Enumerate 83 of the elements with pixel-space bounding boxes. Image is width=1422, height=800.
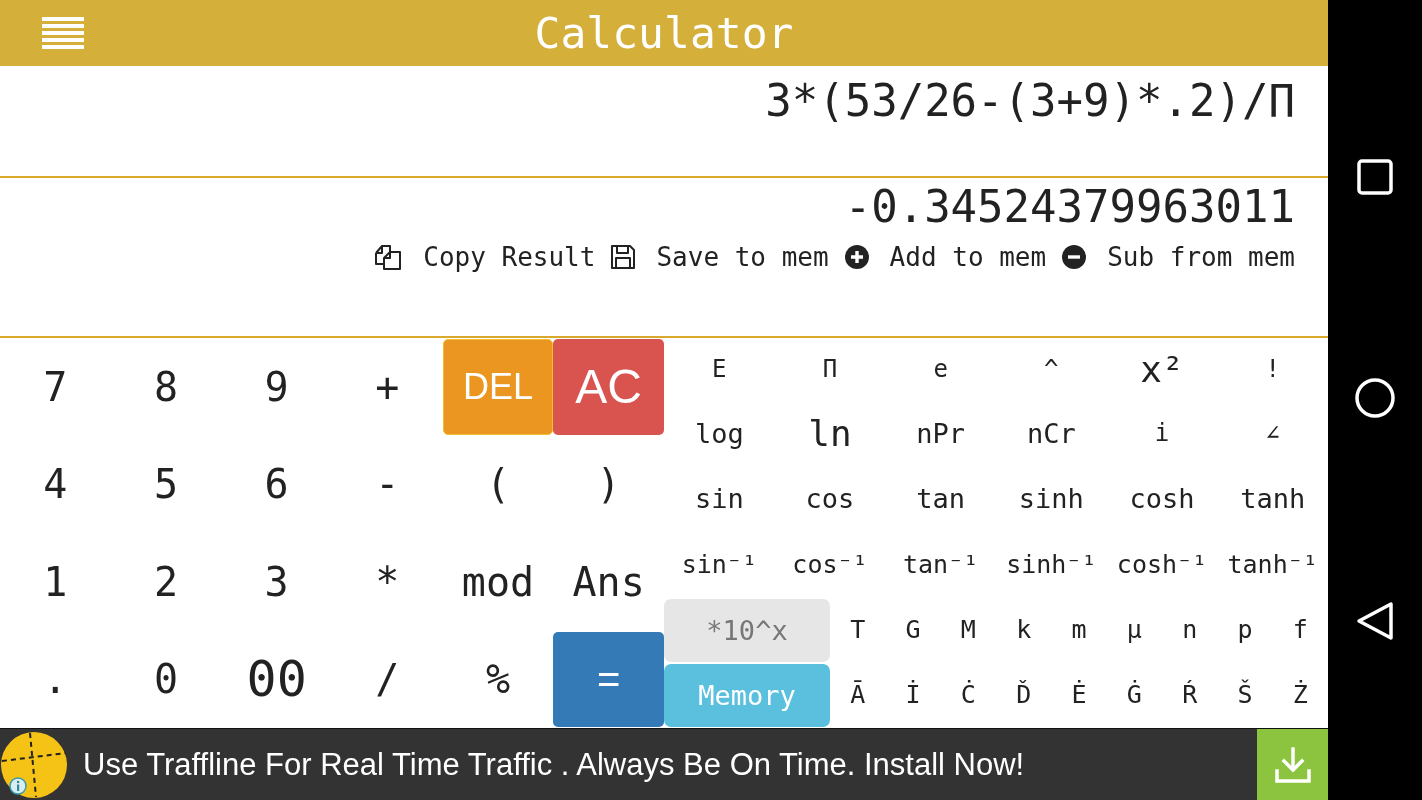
letter-key[interactable]: Ď: [1012, 680, 1036, 711]
calculator-key[interactable]: 9: [260, 362, 293, 411]
function-key[interactable]: cosh⁻¹: [1112, 549, 1212, 581]
equals-key[interactable]: =: [553, 631, 664, 727]
subtract-from-memory-button[interactable]: Sub from mem: [1062, 242, 1295, 272]
back-icon[interactable]: [1356, 601, 1394, 641]
result-text: -0.34524379963011: [844, 182, 1295, 232]
letter-key[interactable]: İ: [901, 680, 925, 711]
function-key[interactable]: ^: [1040, 355, 1063, 385]
function-key[interactable]: ∠: [1261, 419, 1284, 449]
copy-icon: [374, 244, 403, 270]
calculator-key[interactable]: 6: [260, 460, 293, 509]
letter-key[interactable]: Ŕ: [1178, 680, 1202, 711]
function-key[interactable]: e: [929, 355, 952, 385]
calculator-key[interactable]: mod: [457, 557, 539, 606]
function-key[interactable]: sin⁻¹: [677, 549, 761, 581]
function-key[interactable]: log: [690, 417, 748, 451]
calculator-key[interactable]: -: [371, 460, 404, 509]
calculator-key[interactable]: 7: [39, 362, 72, 411]
ad-text[interactable]: Use Traffline For Real Time Traffic . Always Be On Time. Install Now!: [83, 746, 1025, 783]
minus-circle-icon: [1062, 245, 1087, 269]
unit-prefix-key[interactable]: μ: [1122, 615, 1146, 646]
exponent-key[interactable]: *10^x: [664, 599, 830, 662]
calculator-key[interactable]: Ans: [568, 557, 649, 606]
calculator-key[interactable]: 4: [39, 460, 72, 509]
function-key[interactable]: x²: [1136, 348, 1188, 392]
calculator-key[interactable]: *: [371, 557, 404, 606]
unit-prefix-key[interactable]: M: [956, 615, 980, 646]
unit-prefix-key[interactable]: G: [901, 615, 925, 646]
calculator-key[interactable]: +: [371, 362, 404, 411]
function-key[interactable]: sinh⁻¹: [1002, 549, 1101, 581]
function-key[interactable]: cosh: [1125, 482, 1199, 516]
calculator-key[interactable]: 3: [260, 557, 293, 606]
unit-prefix-key[interactable]: n: [1178, 615, 1202, 646]
calculator-key[interactable]: 1: [39, 557, 72, 606]
unit-prefix-key[interactable]: p: [1233, 615, 1257, 646]
calculator-key[interactable]: (: [481, 460, 515, 509]
function-key[interactable]: tan⁻¹: [899, 549, 983, 581]
letter-key[interactable]: Ġ: [1122, 680, 1146, 711]
unit-prefix-key[interactable]: m: [1067, 615, 1091, 646]
app-title: Calculator: [534, 8, 794, 58]
unit-prefix-key[interactable]: k: [1012, 615, 1036, 646]
letter-key[interactable]: Ā: [846, 680, 870, 711]
plus-circle-icon: [844, 245, 869, 269]
letter-key[interactable]: Ċ: [956, 680, 980, 711]
calculator-key[interactable]: ): [592, 460, 625, 509]
clear-key[interactable]: AC: [553, 339, 664, 435]
calculator-key[interactable]: .: [39, 655, 72, 704]
expression-text: 3*(53/26-(3+9)*.2)/Π: [765, 76, 1295, 126]
letter-key[interactable]: Š: [1233, 680, 1257, 711]
function-key[interactable]: !: [1261, 355, 1284, 385]
logo-icon: [0, 730, 68, 799]
calculator-key[interactable]: /: [371, 655, 404, 704]
add-to-memory-button[interactable]: Add to mem: [844, 242, 1047, 272]
calculator-key[interactable]: %: [481, 655, 515, 704]
copy-result-button[interactable]: Copy Result: [374, 242, 596, 272]
function-key[interactable]: tan: [912, 482, 970, 516]
function-key[interactable]: i: [1150, 419, 1174, 449]
letter-key[interactable]: Ż: [1288, 680, 1312, 711]
function-key[interactable]: ln: [804, 412, 856, 456]
function-key[interactable]: cos⁻¹: [788, 549, 872, 581]
calculator-key[interactable]: 2: [149, 557, 183, 606]
function-key[interactable]: Π: [818, 355, 842, 385]
function-key[interactable]: sin: [690, 482, 748, 516]
function-key[interactable]: E: [708, 355, 731, 385]
function-key[interactable]: sinh: [1014, 482, 1088, 516]
unit-prefix-key[interactable]: T: [846, 615, 870, 646]
function-key[interactable]: nPr: [912, 417, 970, 451]
home-icon[interactable]: [1355, 378, 1395, 418]
unit-prefix-key[interactable]: f: [1288, 615, 1312, 646]
function-key[interactable]: nCr: [1022, 417, 1080, 451]
letter-key[interactable]: Ė: [1067, 680, 1091, 711]
function-key[interactable]: tanh: [1236, 482, 1310, 516]
download-icon: [1274, 746, 1311, 783]
info-icon[interactable]: [9, 776, 27, 795]
recent-apps-icon[interactable]: [1357, 159, 1393, 195]
save-to-memory-button[interactable]: Save to mem: [611, 242, 829, 272]
function-key[interactable]: cos: [801, 482, 859, 516]
calculator-key[interactable]: 5: [149, 460, 183, 509]
calculator-key[interactable]: 00: [242, 649, 311, 709]
function-key[interactable]: tanh⁻¹: [1223, 549, 1322, 581]
calculator-key[interactable]: 0: [149, 655, 183, 704]
calculator-key[interactable]: 8: [149, 362, 183, 411]
